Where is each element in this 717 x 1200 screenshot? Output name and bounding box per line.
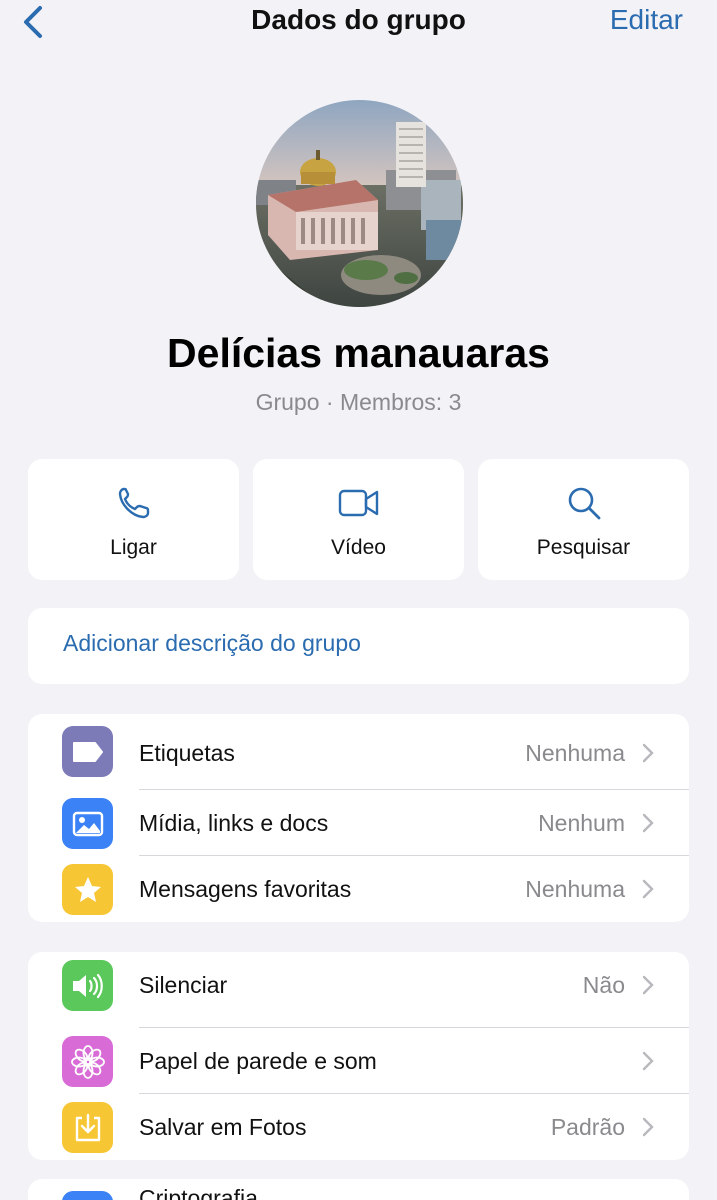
phone-icon: [116, 485, 152, 526]
add-description-label: Adicionar descrição do grupo: [63, 630, 361, 656]
row-encryption[interactable]: Criptografia: [28, 1179, 689, 1200]
row-value: Nenhuma: [525, 876, 625, 902]
row-labels[interactable]: Etiquetas Nenhuma: [28, 714, 689, 790]
row-title: Salvar em Fotos: [139, 1114, 307, 1140]
chevron-right-icon: [641, 878, 655, 900]
chevron-right-icon: [641, 974, 655, 996]
lock-icon: [62, 1191, 113, 1200]
chevron-right-icon: [641, 812, 655, 834]
row-mute[interactable]: Silenciar Não: [28, 952, 689, 1028]
row-value: Nenhuma: [525, 740, 625, 766]
row-value: Padrão: [550, 1114, 625, 1140]
group-avatar[interactable]: [256, 100, 463, 307]
chevron-right-icon: [641, 1050, 655, 1072]
row-title: Mensagens favoritas: [139, 876, 352, 902]
row-value: Não: [582, 972, 625, 998]
row-title: Mídia, links e docs: [139, 810, 329, 836]
tag-icon: [62, 726, 113, 777]
row-value: Nenhum: [538, 810, 625, 836]
row-starred-messages[interactable]: Mensagens favoritas Nenhuma: [28, 856, 689, 922]
search-icon: [566, 485, 602, 526]
row-title: Papel de parede e som: [139, 1048, 377, 1074]
chevron-right-icon: [641, 1116, 655, 1138]
navigation-bar: Dados do grupo Editar: [0, 0, 717, 44]
media-section: Etiquetas Nenhuma Mídia, links e docs Ne…: [28, 714, 689, 922]
row-title: Criptografia: [139, 1185, 258, 1200]
search-label: Pesquisar: [536, 536, 631, 559]
star-icon: [62, 864, 113, 915]
row-wallpaper-sound[interactable]: Papel de parede e som: [28, 1028, 689, 1094]
search-button[interactable]: Pesquisar: [478, 459, 689, 580]
video-label: Vídeo: [331, 536, 386, 559]
row-save-to-photos[interactable]: Salvar em Fotos Padrão: [28, 1094, 689, 1160]
flower-icon: [62, 1036, 113, 1087]
video-icon: [338, 485, 380, 526]
group-subtitle: Grupo · Membros: 3: [255, 389, 462, 415]
speaker-icon: [62, 960, 113, 1011]
row-media-links-docs[interactable]: Mídia, links e docs Nenhum: [28, 790, 689, 856]
call-button[interactable]: Ligar: [28, 459, 239, 580]
video-button[interactable]: Vídeo: [253, 459, 464, 580]
call-label: Ligar: [110, 536, 157, 559]
settings-section: Silenciar Não Papel de parede e som Salv…: [28, 952, 689, 1160]
add-description-button[interactable]: Adicionar descrição do grupo: [28, 608, 689, 684]
group-name: Delícias manauaras: [167, 330, 550, 376]
edit-button[interactable]: Editar: [610, 4, 683, 36]
security-section: Criptografia: [28, 1179, 689, 1200]
photo-icon: [62, 798, 113, 849]
chevron-right-icon: [641, 742, 655, 764]
row-title: Etiquetas: [139, 740, 235, 766]
group-info-screen: Dados do grupo Editar Delícias manauaras…: [0, 0, 717, 1200]
save-download-icon: [62, 1102, 113, 1153]
row-title: Silenciar: [139, 972, 228, 998]
